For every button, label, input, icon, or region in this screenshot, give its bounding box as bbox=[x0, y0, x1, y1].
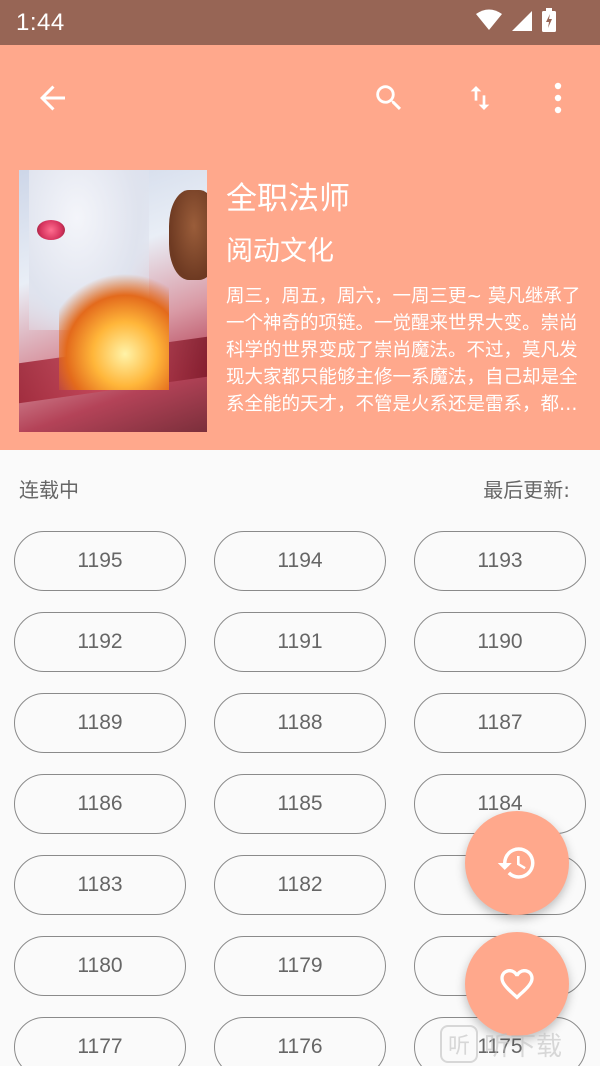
watermark-logo: 听 bbox=[440, 1025, 478, 1063]
chapter-button[interactable]: 1176 bbox=[214, 1017, 386, 1066]
chapter-button[interactable]: 1195 bbox=[14, 531, 186, 591]
heart-icon bbox=[500, 969, 534, 1000]
book-title: 全职法师 bbox=[226, 181, 350, 217]
back-arrow-icon bbox=[40, 85, 65, 111]
sort-icon bbox=[470, 86, 490, 110]
book-header: 全职法师 阅动文化 周三，周五，周六，一周三更~ 莫凡继承了一个神奇的项链。一觉… bbox=[0, 45, 600, 450]
chapter-button[interactable]: 1189 bbox=[14, 693, 186, 753]
more-vert-icon bbox=[554, 82, 562, 114]
signal-icon bbox=[512, 11, 532, 31]
chapter-button[interactable]: 1188 bbox=[214, 693, 386, 753]
chapter-button[interactable]: 1177 bbox=[14, 1017, 186, 1066]
watermark: 听 听下载 bbox=[440, 1025, 562, 1063]
search-button[interactable] bbox=[361, 70, 417, 126]
chapter-button[interactable]: 1186 bbox=[14, 774, 186, 834]
more-options-button[interactable] bbox=[530, 70, 586, 126]
book-description: 周三，周五，周六，一周三更~ 莫凡继承了一个神奇的项链。一觉醒来世界大变。崇尚科… bbox=[226, 286, 581, 415]
book-cover bbox=[19, 170, 207, 432]
chapter-button[interactable]: 1183 bbox=[14, 855, 186, 915]
last-update-label: 最后更新: bbox=[483, 478, 570, 502]
sort-button[interactable] bbox=[452, 70, 508, 126]
chapter-button[interactable]: 1192 bbox=[14, 612, 186, 672]
chapter-button[interactable]: 1182 bbox=[214, 855, 386, 915]
wifi-icon bbox=[476, 9, 502, 30]
back-button[interactable] bbox=[25, 70, 81, 126]
book-author: 阅动文化 bbox=[226, 236, 334, 267]
chapter-button[interactable]: 1191 bbox=[214, 612, 386, 672]
chapter-button[interactable]: 1187 bbox=[414, 693, 586, 753]
status-time: 1:44 bbox=[16, 9, 65, 36]
chapter-button[interactable]: 1185 bbox=[214, 774, 386, 834]
chapter-button[interactable]: 1190 bbox=[414, 612, 586, 672]
info-row: 连载中 最后更新: bbox=[0, 450, 600, 520]
watermark-text: 听下载 bbox=[484, 1031, 563, 1062]
favorite-fab[interactable] bbox=[465, 932, 569, 1036]
chapter-button[interactable]: 1179 bbox=[214, 936, 386, 996]
chapter-button[interactable]: 1180 bbox=[14, 936, 186, 996]
search-icon bbox=[376, 85, 402, 111]
status-bar: 1:44 bbox=[0, 0, 600, 45]
history-icon bbox=[497, 847, 535, 879]
chapter-button[interactable]: 1194 bbox=[214, 531, 386, 591]
chapter-button[interactable]: 1193 bbox=[414, 531, 586, 591]
status-icons bbox=[476, 8, 556, 32]
battery-icon bbox=[542, 8, 556, 32]
serial-status: 连载中 bbox=[19, 478, 79, 502]
history-fab[interactable] bbox=[465, 811, 569, 915]
